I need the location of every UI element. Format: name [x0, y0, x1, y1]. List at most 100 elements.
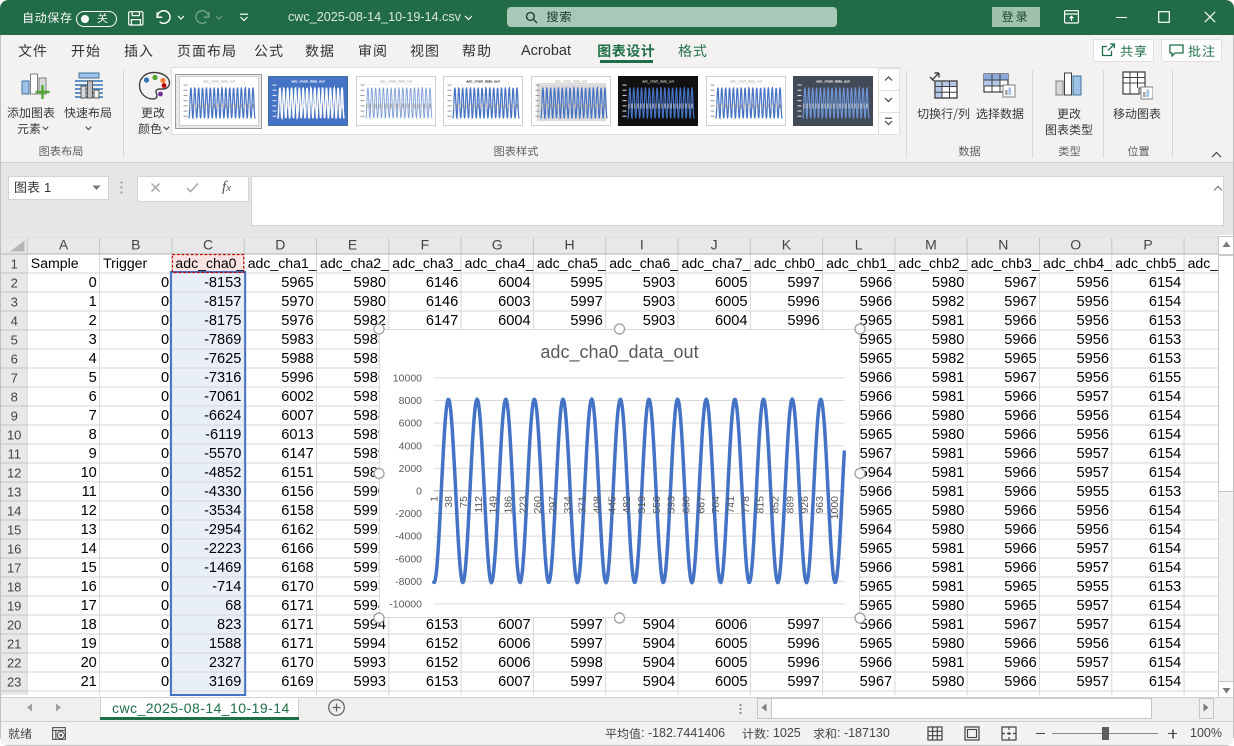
- svg-text:6169: 6169: [281, 674, 313, 690]
- svg-text:5966: 5966: [1004, 484, 1036, 500]
- svg-text:0: 0: [161, 617, 169, 633]
- svg-text:8000: 8000: [399, 395, 423, 407]
- svg-text:16: 16: [81, 579, 97, 595]
- svg-text:2000: 2000: [399, 463, 423, 475]
- svg-text:68: 68: [225, 598, 241, 614]
- svg-text:0: 0: [161, 313, 169, 329]
- svg-text:13: 13: [7, 485, 21, 500]
- svg-text:8: 8: [89, 427, 97, 443]
- svg-text:5904: 5904: [643, 636, 675, 652]
- svg-text:21: 21: [81, 674, 97, 690]
- svg-text:O: O: [1070, 237, 1081, 253]
- svg-text:0: 0: [161, 579, 169, 595]
- svg-text:3: 3: [11, 295, 18, 310]
- svg-text:0: 0: [161, 427, 169, 443]
- svg-text:6171: 6171: [281, 617, 313, 633]
- svg-text:5981: 5981: [932, 389, 964, 405]
- svg-text:19: 19: [7, 599, 21, 614]
- svg-text:-8157: -8157: [204, 294, 241, 310]
- svg-text:741: 741: [725, 496, 737, 514]
- svg-text:5981: 5981: [932, 560, 964, 576]
- svg-text:-4852: -4852: [204, 465, 241, 481]
- svg-text:B: B: [131, 237, 140, 253]
- svg-text:6152: 6152: [426, 655, 458, 671]
- svg-text:6: 6: [11, 352, 18, 367]
- svg-text:5980: 5980: [932, 636, 964, 652]
- svg-text:5980: 5980: [354, 294, 386, 310]
- svg-text:6154: 6154: [1149, 408, 1181, 424]
- svg-text:815: 815: [755, 496, 767, 514]
- svg-text:5: 5: [11, 333, 18, 348]
- svg-text:adc_cha0_data_out: adc_cha0_data_out: [816, 80, 850, 84]
- svg-text:6171: 6171: [281, 636, 313, 652]
- svg-text:Trigger: Trigger: [103, 255, 147, 271]
- svg-text:6154: 6154: [1149, 503, 1181, 519]
- svg-text:5957: 5957: [1077, 541, 1109, 557]
- svg-text:5981: 5981: [932, 617, 964, 633]
- svg-text:5966: 5966: [1004, 522, 1036, 538]
- svg-text:260: 260: [532, 496, 544, 514]
- svg-text:5966: 5966: [1004, 389, 1036, 405]
- svg-text:5994: 5994: [354, 636, 386, 652]
- svg-text:-8153: -8153: [204, 275, 241, 291]
- svg-text:5955: 5955: [1077, 579, 1109, 595]
- svg-text:5997: 5997: [570, 636, 602, 652]
- svg-text:-7625: -7625: [204, 351, 241, 367]
- svg-text:630: 630: [681, 496, 693, 514]
- svg-text:5970: 5970: [281, 294, 313, 310]
- svg-text:6153: 6153: [426, 674, 458, 690]
- svg-text:5966: 5966: [1004, 636, 1036, 652]
- svg-text:-4000: -4000: [395, 531, 422, 543]
- svg-text:17: 17: [81, 598, 97, 614]
- svg-text:C: C: [203, 237, 213, 253]
- svg-text:5980: 5980: [932, 275, 964, 291]
- svg-text:5904: 5904: [643, 674, 675, 690]
- svg-text:5998: 5998: [570, 655, 602, 671]
- svg-text:6156: 6156: [281, 484, 313, 500]
- svg-text:1: 1: [89, 294, 97, 310]
- svg-text:6154: 6154: [1149, 465, 1181, 481]
- svg-text:L: L: [855, 237, 863, 253]
- svg-text:0: 0: [89, 275, 97, 291]
- svg-text:-4330: -4330: [204, 484, 241, 500]
- svg-text:5980: 5980: [932, 598, 964, 614]
- svg-text:5997: 5997: [570, 294, 602, 310]
- svg-text:5965: 5965: [1004, 579, 1036, 595]
- svg-text:5956: 5956: [1077, 636, 1109, 652]
- svg-text:5982: 5982: [932, 351, 964, 367]
- svg-text:5966: 5966: [1004, 313, 1036, 329]
- svg-text:adc_cha0_data_out: adc_cha0_data_out: [642, 80, 674, 84]
- svg-text:5966: 5966: [1004, 674, 1036, 690]
- svg-text:14: 14: [7, 504, 21, 519]
- svg-text:G: G: [492, 237, 503, 253]
- svg-text:6006: 6006: [498, 636, 530, 652]
- svg-text:0: 0: [161, 332, 169, 348]
- svg-text:963: 963: [814, 496, 826, 514]
- svg-text:-8175: -8175: [204, 313, 241, 329]
- svg-text:5965: 5965: [1004, 598, 1036, 614]
- svg-text:519: 519: [636, 496, 648, 514]
- svg-text:15: 15: [81, 560, 97, 576]
- svg-text:704: 704: [710, 496, 722, 514]
- svg-text:5965: 5965: [1004, 351, 1036, 367]
- svg-text:F: F: [421, 237, 430, 253]
- svg-text:6158: 6158: [281, 503, 313, 519]
- svg-text:E: E: [348, 237, 357, 253]
- svg-text:0: 0: [161, 351, 169, 367]
- svg-text:-7316: -7316: [204, 370, 241, 386]
- svg-text:8: 8: [11, 390, 18, 405]
- svg-text:5976: 5976: [281, 313, 313, 329]
- svg-text:408: 408: [592, 496, 604, 514]
- svg-text:18: 18: [81, 617, 97, 633]
- svg-text:5966: 5966: [860, 294, 892, 310]
- svg-text:4: 4: [89, 351, 97, 367]
- svg-text:-2223: -2223: [204, 541, 241, 557]
- svg-text:6005: 6005: [715, 655, 747, 671]
- svg-text:5956: 5956: [1077, 503, 1109, 519]
- svg-text:0: 0: [161, 522, 169, 538]
- svg-text:6170: 6170: [281, 655, 313, 671]
- svg-text:12: 12: [7, 466, 21, 481]
- svg-text:5967: 5967: [1004, 275, 1036, 291]
- svg-text:11: 11: [82, 484, 97, 500]
- svg-text:13: 13: [81, 522, 97, 538]
